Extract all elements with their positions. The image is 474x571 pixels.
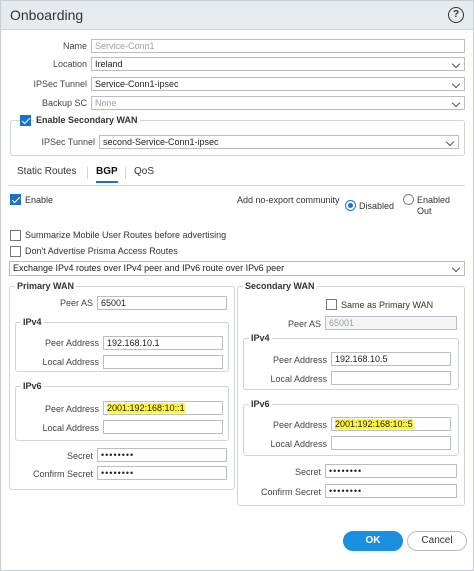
- primary-v6-peer-label: Peer Address: [44, 404, 99, 414]
- no-export-disabled-label: Disabled: [359, 201, 395, 211]
- dont-advertise-checkbox[interactable]: [10, 246, 21, 257]
- secondary-v4-local-input[interactable]: [331, 371, 451, 385]
- tab-qos[interactable]: QoS: [134, 166, 154, 181]
- ok-button[interactable]: OK: [343, 531, 403, 551]
- secondary-v6-local-label: Local Address: [270, 439, 327, 449]
- primary-v6-peer-input[interactable]: 2001:192:168:10::1: [103, 401, 223, 415]
- secondary-peer-as-input[interactable]: 65001: [325, 316, 457, 330]
- secondary-secret-input[interactable]: ••••••••: [325, 464, 457, 478]
- secondary-ipv6-title: IPv6: [249, 399, 272, 409]
- backup-sc-label: Backup SC: [41, 98, 87, 108]
- secondary-v4-peer-label: Peer Address: [272, 355, 327, 365]
- dialog-title: Onboarding: [10, 7, 84, 23]
- secondary-confirm-secret-input[interactable]: ••••••••: [325, 484, 457, 498]
- primary-peer-as-label: Peer AS: [59, 298, 93, 308]
- primary-secret-input[interactable]: ••••••••: [97, 448, 227, 462]
- no-export-out-label: Out: [417, 206, 432, 216]
- secondary-wan-title: Secondary WAN: [243, 281, 317, 291]
- primary-v6-peer-value: 2001:192:168:10::1: [107, 403, 185, 413]
- secondary-confirm-secret-label: Confirm Secret: [260, 487, 321, 497]
- no-export-enabled-label: Enabled: [417, 195, 451, 205]
- primary-peer-as-input[interactable]: 65001: [97, 296, 227, 310]
- no-export-label: Add no-export community: [237, 195, 340, 205]
- name-input[interactable]: Service-Conn1: [91, 39, 465, 53]
- dont-advertise-label: Don't Advertise Prisma Access Routes: [25, 246, 178, 256]
- secondary-v6-local-input[interactable]: [331, 436, 451, 450]
- location-select[interactable]: Ireland: [91, 57, 465, 71]
- route-exchange-select[interactable]: Exchange IPv4 routes over IPv4 peer and …: [9, 261, 465, 276]
- no-export-enabled-out-radio[interactable]: [403, 194, 414, 205]
- enable-secondary-wan-checkbox[interactable]: [20, 115, 31, 126]
- backup-sc-select[interactable]: None: [91, 96, 465, 110]
- primary-v4-local-input[interactable]: [103, 355, 223, 369]
- tab-static-routes[interactable]: Static Routes: [17, 166, 76, 181]
- primary-ipv6-title: IPv6: [21, 381, 44, 391]
- help-icon[interactable]: ?: [448, 7, 464, 23]
- secondary-v6-peer-value: 2001:192:168:10::5: [335, 419, 413, 429]
- cancel-button[interactable]: Cancel: [407, 531, 467, 551]
- summarize-mobile-routes-label: Summarize Mobile User Routes before adve…: [25, 230, 227, 240]
- dialog-titlebar: Onboarding ?: [1, 1, 473, 30]
- no-export-disabled-radio[interactable]: [345, 200, 356, 211]
- primary-v4-local-label: Local Address: [42, 357, 99, 367]
- location-label: Location: [52, 59, 87, 69]
- secondary-peer-as-label: Peer AS: [287, 319, 321, 329]
- same-as-primary-label: Same as Primary WAN: [341, 300, 434, 310]
- secondary-v6-peer-input[interactable]: 2001:192:168:10::5: [331, 417, 451, 431]
- primary-wan-title: Primary WAN: [15, 281, 77, 291]
- summarize-mobile-routes-checkbox[interactable]: [10, 230, 21, 241]
- name-label: Name: [62, 41, 87, 51]
- tab-separator: [125, 167, 126, 179]
- secondary-ipsec-tunnel-label: IPSec Tunnel: [41, 137, 95, 147]
- secondary-v4-local-label: Local Address: [270, 374, 327, 384]
- primary-confirm-secret-input[interactable]: ••••••••: [97, 466, 227, 480]
- same-as-primary-checkbox[interactable]: [326, 299, 337, 310]
- enable-secondary-wan-label: Enable Secondary WAN: [34, 115, 140, 125]
- secondary-secret-label: Secret: [294, 467, 321, 477]
- primary-confirm-secret-label: Confirm Secret: [32, 469, 93, 479]
- tab-bgp[interactable]: BGP: [96, 166, 118, 183]
- primary-v4-peer-label: Peer Address: [44, 338, 99, 348]
- primary-ipv4-title: IPv4: [21, 317, 44, 327]
- bgp-enable-label: Enable: [25, 195, 54, 205]
- secondary-ipsec-tunnel-select[interactable]: second-Service-Conn1-ipsec: [99, 135, 459, 149]
- onboarding-dialog: Onboarding ? Name Service-Conn1 Location…: [0, 0, 474, 571]
- primary-v6-local-label: Local Address: [42, 423, 99, 433]
- primary-secret-label: Secret: [66, 451, 93, 461]
- secondary-v4-peer-input[interactable]: 192.168.10.5: [331, 352, 451, 366]
- tab-separator: [87, 167, 88, 179]
- primary-v4-peer-input[interactable]: 192.168.10.1: [103, 336, 223, 350]
- bgp-enable-checkbox[interactable]: [10, 194, 21, 205]
- secondary-v6-peer-label: Peer Address: [272, 420, 327, 430]
- ipsec-tunnel-select[interactable]: Service-Conn1-ipsec: [91, 77, 465, 91]
- tabs-divider: [9, 185, 465, 186]
- primary-v6-local-input[interactable]: [103, 420, 223, 434]
- secondary-ipv4-title: IPv4: [249, 333, 272, 343]
- ipsec-tunnel-label: IPSec Tunnel: [33, 79, 87, 89]
